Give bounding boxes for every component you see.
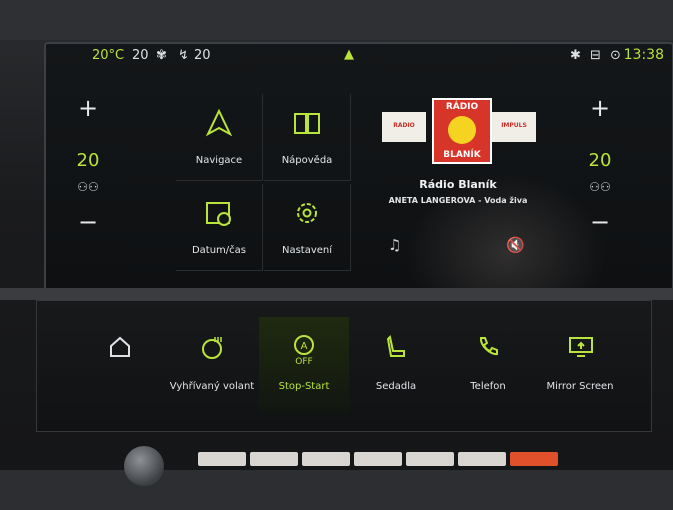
hardware-key[interactable]: [406, 452, 454, 466]
bluetooth-icon: ✱: [570, 48, 581, 63]
right-temp-up-button[interactable]: +: [570, 94, 630, 122]
stop-start-button[interactable]: A OFF Stop-Start: [259, 317, 349, 413]
tile-navigation[interactable]: Navigace: [176, 94, 263, 181]
left-temp-down-button[interactable]: −: [58, 208, 118, 236]
shortcut-label: Mirror Screen: [546, 381, 614, 392]
book-icon: [294, 113, 320, 134]
clock: 13:38: [623, 47, 664, 63]
home-button[interactable]: [75, 317, 165, 413]
next-station-logo[interactable]: IMPULS: [492, 112, 536, 142]
screen-divider: [0, 288, 673, 300]
right-climate-zone: + 20 ⚇⚇ −: [570, 74, 630, 284]
hardware-key[interactable]: [354, 452, 402, 466]
home-indicator-icon: ▲: [344, 47, 354, 62]
tile-settings[interactable]: Nastavení: [264, 184, 351, 271]
hardware-key[interactable]: [250, 452, 298, 466]
infotainment-screen: 20°C 20 ✾ ↯ 20 ▲ ✱ ⊟ ⊙ 13:38 + 20 ⚇⚇ − N…: [44, 42, 673, 292]
phone-button[interactable]: Telefon: [443, 317, 533, 413]
seat-icon: [386, 335, 405, 357]
tile-label: Nastavení: [281, 245, 333, 256]
left-temp-up-button[interactable]: +: [58, 94, 118, 122]
phone-icon: [479, 337, 498, 356]
volume-knob[interactable]: [124, 446, 164, 486]
right-temperature: 20: [588, 150, 612, 171]
navigation-icon: [205, 108, 233, 137]
calendar-clock-icon: [206, 202, 231, 226]
climate-temp-status: 20: [132, 48, 149, 63]
stop-start-state: OFF: [295, 357, 312, 365]
mirror-screen-button[interactable]: Mirror Screen: [535, 317, 625, 413]
tile-help[interactable]: Nápověda: [264, 94, 351, 181]
tile-label: Nápověda: [281, 155, 333, 166]
airflow-status: 20: [194, 48, 211, 63]
gear-icon: [297, 203, 317, 223]
station-logo: RÁDIO BLANÍK: [432, 98, 492, 164]
seats-button[interactable]: Sedadla: [351, 317, 441, 413]
stop-start-off-icon: A OFF: [294, 335, 314, 365]
status-bar: 20°C 20 ✾ ↯ 20 ▲ ✱ ⊟ ⊙: [90, 44, 650, 66]
svg-text:A: A: [301, 341, 308, 352]
right-seat-icon[interactable]: ⚇⚇: [570, 180, 630, 194]
sun-icon: [448, 116, 476, 144]
mirror-screen-icon: [569, 337, 593, 357]
right-temp-down-button[interactable]: −: [570, 208, 630, 236]
tile-datetime[interactable]: Datum/čas: [176, 184, 263, 271]
heated-steering-button[interactable]: Vyhřívaný volant: [167, 317, 257, 413]
shortcut-bar: Vyhřívaný volant A OFF Stop-Start Sedadl…: [36, 300, 652, 432]
logo-text-bottom: BLANÍK: [443, 150, 481, 160]
hardware-key[interactable]: [198, 452, 246, 466]
car-icon: ⊟: [590, 48, 601, 63]
hardware-key[interactable]: [458, 452, 506, 466]
logo-text-top: RÁDIO: [445, 102, 479, 112]
music-source-icon[interactable]: ♫: [388, 236, 401, 254]
center-console: [0, 470, 673, 510]
tile-label: Datum/čas: [191, 245, 247, 256]
hazard-key[interactable]: [510, 452, 558, 466]
climate-status: 20°C: [92, 48, 125, 63]
left-climate-zone: + 20 ⚇⚇ −: [58, 74, 118, 284]
airflow-icon: ↯: [178, 48, 189, 63]
home-icon: [110, 336, 130, 357]
left-seat-icon[interactable]: ⚇⚇: [58, 180, 118, 194]
hardware-key[interactable]: [302, 452, 350, 466]
tile-label: Navigace: [195, 155, 243, 166]
previous-station-logo[interactable]: RADIO: [382, 112, 426, 142]
dashboard-top: [0, 0, 673, 40]
location-icon: ⊙: [610, 48, 621, 63]
left-temperature: 20: [76, 150, 100, 171]
heated-steering-icon: [202, 337, 222, 359]
fan-icon: ✾: [156, 48, 167, 63]
